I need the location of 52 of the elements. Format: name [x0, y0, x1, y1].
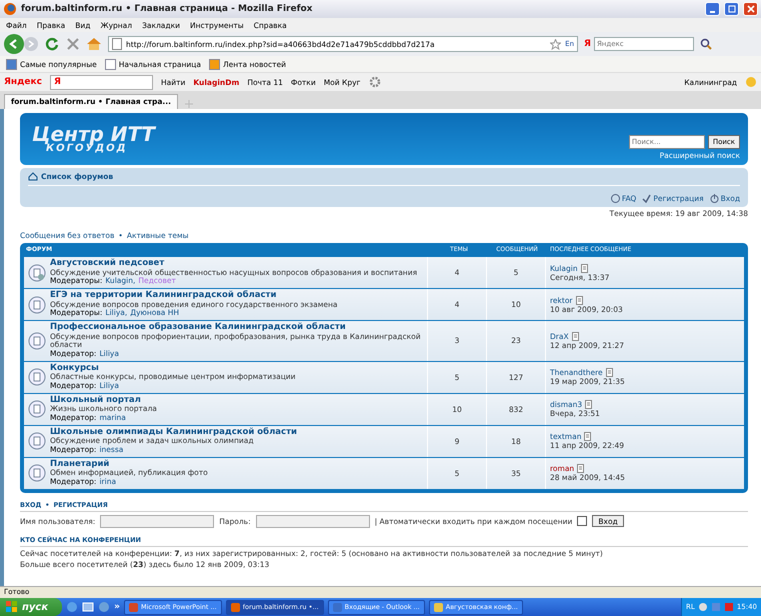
forum-title-link[interactable]: ЕГЭ на территории Калининградской области	[50, 291, 338, 301]
minimize-button[interactable]	[705, 2, 720, 16]
yandex-logo: Яндекс	[4, 77, 42, 87]
site-logo[interactable]: Центр ИТТ КОГОУДОД	[32, 124, 155, 154]
forum-title-link[interactable]: Августовский педсовет	[50, 259, 418, 269]
search-icon[interactable]	[700, 38, 712, 50]
forum-title-link[interactable]: Профессиональное образование Калининградской области	[50, 323, 423, 333]
start-button[interactable]: пуск	[0, 598, 62, 616]
view-post-icon[interactable]	[576, 296, 584, 305]
app-icon	[128, 602, 138, 612]
maximize-icon	[728, 5, 736, 13]
help-icon	[610, 194, 620, 203]
home-icon	[28, 172, 38, 181]
power-icon	[710, 194, 719, 203]
app-icon	[434, 602, 443, 612]
forum-title-link[interactable]: Школьный портал	[50, 396, 157, 406]
reload-icon[interactable]	[44, 36, 60, 52]
view-post-icon[interactable]	[577, 464, 586, 474]
desktop-launch-icon[interactable]	[82, 601, 94, 613]
overflow-chevron[interactable]: »	[114, 602, 120, 612]
close-icon	[746, 5, 754, 13]
app-icon	[230, 602, 240, 612]
antivirus-icon	[724, 602, 734, 612]
password-field[interactable]	[256, 514, 370, 528]
home-icon[interactable]	[86, 37, 102, 51]
network-icon	[710, 602, 721, 612]
tray-icon	[698, 602, 708, 612]
view-post-icon[interactable]	[572, 332, 580, 341]
yandex-search-field[interactable]: Я	[50, 74, 153, 90]
star-icon[interactable]	[550, 38, 562, 50]
browser-logo-icon	[3, 2, 17, 16]
forum-title-link[interactable]: Конкурсы	[50, 364, 296, 374]
view-post-icon[interactable]	[606, 368, 614, 378]
forum-title-link[interactable]: Планетарий	[50, 460, 208, 470]
forum-title-link[interactable]: Школьные олимпиады Калининградской области	[50, 428, 297, 438]
view-post-icon[interactable]	[585, 400, 594, 410]
windows-logo-icon	[6, 601, 18, 613]
maximize-button[interactable]	[724, 2, 739, 16]
page-icon	[112, 38, 122, 50]
autologin-checkbox[interactable]	[577, 516, 588, 526]
username-field[interactable]	[100, 514, 214, 528]
view-post-icon[interactable]	[580, 264, 589, 272]
check-icon	[642, 194, 652, 203]
back-button[interactable]	[4, 34, 24, 54]
search-engine-logo: Я	[584, 39, 591, 49]
view-post-icon[interactable]	[584, 432, 592, 442]
window-title: forum.baltinform.ru • Главная страница - Mozilla Firefox	[21, 4, 312, 14]
close-button[interactable]	[743, 2, 758, 16]
app-icon	[332, 602, 342, 612]
weather-icon	[745, 76, 757, 88]
gear-icon[interactable]	[368, 76, 380, 88]
stop-icon[interactable]	[66, 37, 80, 51]
